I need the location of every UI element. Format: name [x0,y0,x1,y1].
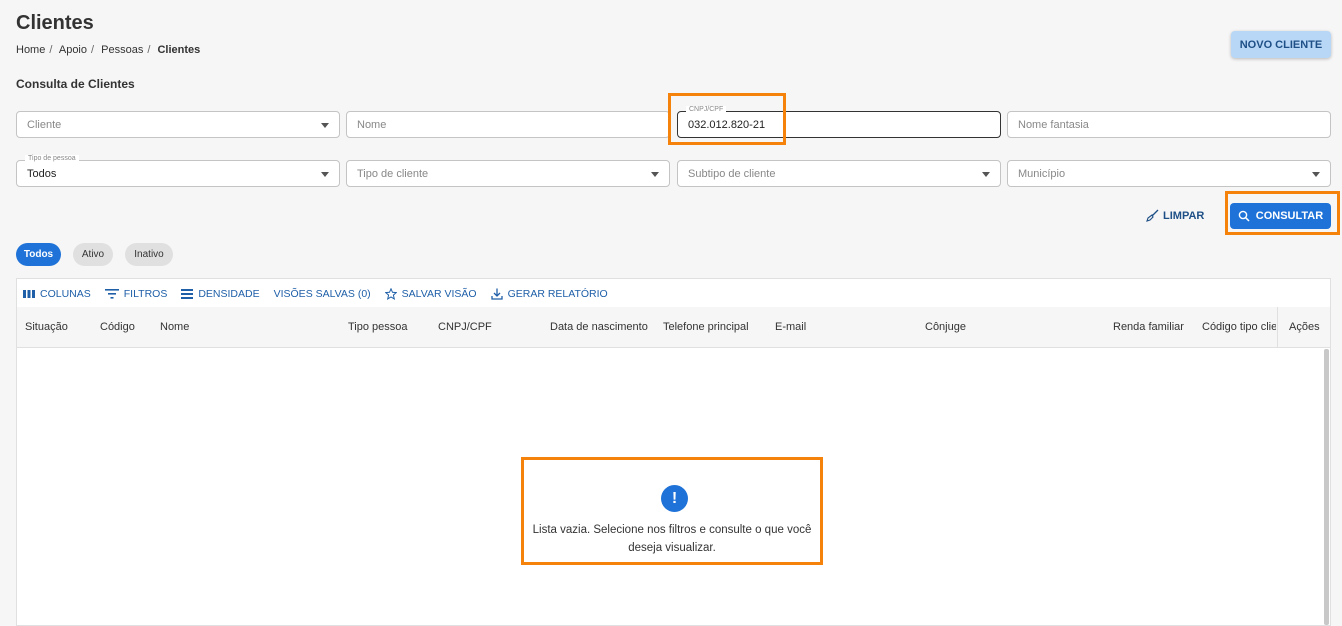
tipo-cliente-select[interactable]: Tipo de cliente [346,160,670,187]
municipio-select[interactable]: Município [1007,160,1331,187]
visoes-salvas-label: VISÕES SALVAS (0) [273,288,371,300]
clear-button-label: LIMPAR [1163,209,1205,222]
grid-toolbar: COLUNAS FILTROS DENSIDADE VISÕES SALVAS … [23,288,608,300]
column-divider [1277,307,1278,348]
filter-icon [104,289,119,299]
alert-icon: ! [661,485,688,512]
gerar-relatorio-label: GERAR RELATÓRIO [507,288,608,300]
col-email[interactable]: E-mail [775,321,806,333]
star-icon [384,288,397,300]
nome-input[interactable]: Nome [346,111,670,138]
visoes-salvas-button[interactable]: VISÕES SALVAS (0) [274,288,371,300]
chip-todos[interactable]: Todos [16,243,61,266]
subtipo-cliente-placeholder: Subtipo de cliente [688,167,776,180]
cliente-select[interactable]: Cliente [16,111,340,138]
densidade-button[interactable]: DENSIDADE [181,288,260,300]
clear-button[interactable]: LIMPAR [1146,209,1204,222]
download-icon [490,288,503,300]
chevron-down-icon [982,172,990,177]
col-tipo-pessoa[interactable]: Tipo pessoa [348,321,408,333]
col-situacao[interactable]: Situação [25,321,68,333]
nome-fantasia-placeholder: Nome fantasia [1018,118,1089,131]
tipo-pessoa-label: Tipo de pessoa [25,155,79,162]
filtros-button[interactable]: FILTROS [104,288,168,300]
chevron-down-icon [321,123,329,128]
gerar-relatorio-button[interactable]: GERAR RELATÓRIO [490,288,608,300]
chevron-down-icon [651,172,659,177]
filtros-label: FILTROS [123,288,168,300]
breadcrumb-pessoas[interactable]: Pessoas [101,44,143,56]
chip-ativo[interactable]: Ativo [73,243,113,266]
breadcrumb: Home / Apoio / Pessoas / Clientes [16,44,201,56]
salvar-visao-button[interactable]: SALVAR VISÃO [384,288,477,300]
data-grid: COLUNAS FILTROS DENSIDADE VISÕES SALVAS … [16,278,1331,626]
col-nome[interactable]: Nome [160,321,189,333]
tipo-pessoa-select[interactable]: Tipo de pessoa Todos [16,155,340,187]
vertical-scrollbar[interactable] [1324,349,1329,625]
highlight-box-consultar [1225,191,1340,235]
new-client-button[interactable]: NOVO CLIENTE [1231,31,1331,58]
breadcrumb-apoio[interactable]: Apoio [59,44,87,56]
col-acoes: Ações [1289,321,1320,333]
col-cnpj-cpf[interactable]: CNPJ/CPF [438,321,492,333]
density-icon [181,289,194,299]
nome-fantasia-input[interactable]: Nome fantasia [1007,111,1331,138]
subtipo-cliente-select[interactable]: Subtipo de cliente [677,160,1001,187]
col-renda-familiar[interactable]: Renda familiar [1113,321,1184,333]
table-header: Situação Código Nome Tipo pessoa CNPJ/CP… [17,307,1330,348]
tipo-pessoa-value: Todos [27,167,57,180]
colunas-label: COLUNAS [40,288,91,300]
breadcrumb-current: Clientes [157,44,201,56]
col-conjuge[interactable]: Cônjuge [925,321,966,333]
breadcrumb-home[interactable]: Home [16,44,45,56]
broom-icon [1146,209,1159,222]
colunas-button[interactable]: COLUNAS [23,288,91,300]
empty-message: Lista vazia. Selecione nos filtros e con… [532,524,812,554]
chip-inativo[interactable]: Inativo [125,243,173,266]
columns-icon [23,290,35,298]
col-telefone[interactable]: Telefone principal [663,321,749,333]
chevron-down-icon [1312,172,1320,177]
densidade-label: DENSIDADE [198,288,260,300]
empty-state: ! Lista vazia. Selecione nos filtros e c… [521,457,823,565]
nome-placeholder: Nome [357,118,387,131]
salvar-visao-label: SALVAR VISÃO [401,288,477,300]
col-codigo-tipo-cliente[interactable]: Código tipo cliente [1202,321,1276,333]
section-title: Consulta de Clientes [16,77,135,91]
chevron-down-icon [321,172,329,177]
municipio-placeholder: Município [1018,167,1066,180]
cliente-placeholder: Cliente [27,118,62,131]
col-data-nascimento[interactable]: Data de nascimento [550,321,648,333]
page-title: Clientes [16,12,94,34]
tipo-cliente-placeholder: Tipo de cliente [357,167,429,180]
highlight-box-cnpj [668,93,786,145]
col-codigo[interactable]: Código [100,321,135,333]
